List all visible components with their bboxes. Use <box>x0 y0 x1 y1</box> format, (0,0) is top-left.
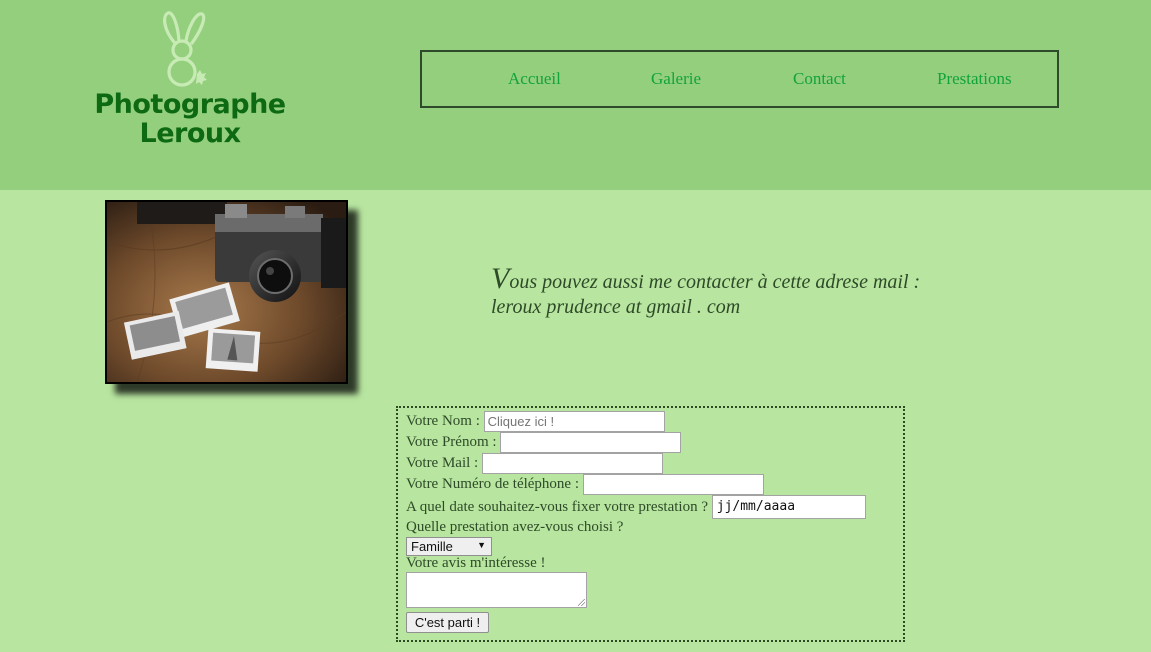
mail-input[interactable] <box>481 453 663 474</box>
form-row-date: A quel date souhaitez-vous fixer votre p… <box>406 495 866 519</box>
nav-link-accueil[interactable]: Accueil <box>508 69 561 89</box>
nom-label: Votre Nom : <box>406 413 480 429</box>
prestation-label: Quelle prestation avez-vous choisi ? <box>406 519 624 535</box>
date-input[interactable]: jj/mm/aaaa <box>711 495 866 519</box>
date-label: A quel date souhaitez-vous fixer votre p… <box>406 498 708 515</box>
camera-photo <box>105 200 348 384</box>
camera-photo-image <box>107 202 346 382</box>
triangle-down-icon: ▼ <box>477 540 486 550</box>
contact-line-2: leroux prudence at gmail . com <box>491 296 741 318</box>
submit-button[interactable]: C'est parti ! <box>406 612 489 633</box>
resize-grip-icon[interactable] <box>578 599 585 606</box>
tel-input[interactable] <box>582 474 764 495</box>
logo-text: Photographe Leroux <box>92 90 288 148</box>
nav-link-prestations[interactable]: Prestations <box>937 69 1012 89</box>
avis-label: Votre avis m'intéresse ! <box>406 555 546 571</box>
form-row-nom: Votre Nom : <box>406 411 665 432</box>
prestation-select[interactable]: Famille ▼ <box>406 537 492 556</box>
nav-link-contact[interactable]: Contact <box>793 69 846 89</box>
nom-input[interactable] <box>483 411 665 432</box>
form-row-mail: Votre Mail : <box>406 453 663 474</box>
logo-line-1: Photographe <box>94 89 286 120</box>
booking-form: Votre Nom : Votre Prénom : Votre Mail : … <box>396 406 905 642</box>
form-row-prenom: Votre Prénom : <box>406 432 682 453</box>
logo-line-2: Leroux <box>139 118 241 149</box>
avis-textarea[interactable] <box>406 572 587 608</box>
prenom-label: Votre Prénom : <box>406 434 497 450</box>
contact-line-1: Vous pouvez aussi me contacter à cette a… <box>491 264 951 295</box>
site-header: Photographe Leroux Accueil Galerie Conta… <box>0 0 1151 190</box>
contact-line-1-text: ous pouvez aussi me contacter à cette ad… <box>509 271 921 293</box>
tel-label: Votre Numéro de téléphone : <box>406 476 580 492</box>
nav-link-galerie[interactable]: Galerie <box>651 69 701 89</box>
rabbit-icon <box>163 11 207 87</box>
contact-dropcap: V <box>491 262 510 295</box>
prestation-selected: Famille <box>411 539 453 554</box>
prenom-input[interactable] <box>500 432 682 453</box>
main-nav: Accueil Galerie Contact Prestations <box>420 50 1059 108</box>
form-row-tel: Votre Numéro de téléphone : <box>406 474 764 495</box>
mail-label: Votre Mail : <box>406 455 479 471</box>
contact-email-text: Vous pouvez aussi me contacter à cette a… <box>491 264 951 320</box>
site-logo[interactable]: Photographe Leroux <box>92 8 288 153</box>
